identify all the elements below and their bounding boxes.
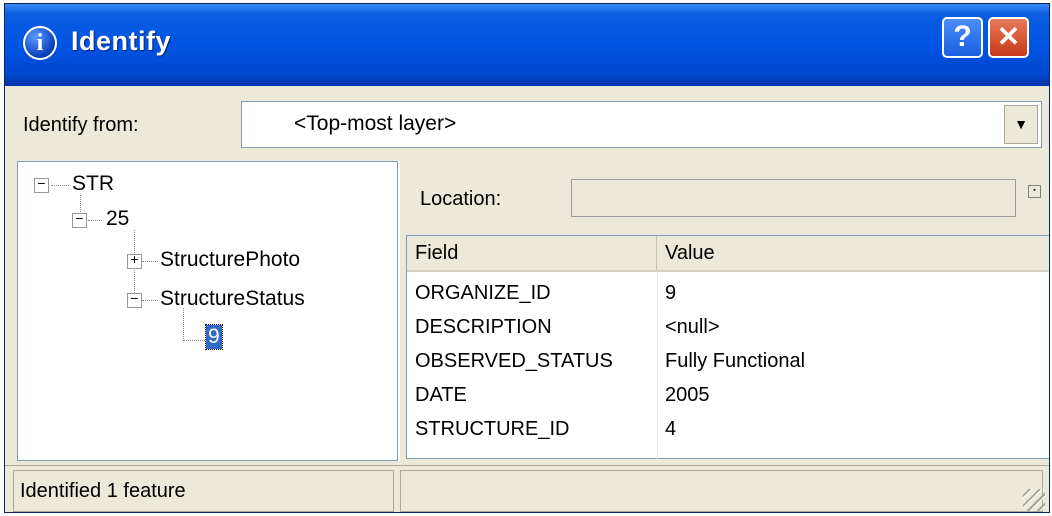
field-cell: DESCRIPTION [415,316,552,338]
value-cell: 2005 [665,384,710,406]
status-text: Identified 1 feature [13,470,394,512]
chevron-down-icon[interactable]: ▼ [1004,105,1038,144]
tree-connector [80,195,81,212]
tree-node-selected-feature[interactable]: 9 [205,324,223,350]
location-expand-icon[interactable]: ▪ [1028,185,1041,198]
tree-node-structure-status[interactable]: StructureStatus [160,287,305,311]
tree-node-str[interactable]: STR [72,172,114,196]
location-field[interactable] [571,179,1016,217]
tree-connector [88,220,102,221]
field-cell: STRUCTURE_ID [415,418,570,440]
identify-from-value: <Top-most layer> [294,112,457,135]
help-button[interactable]: ? [942,17,983,58]
field-cell: OBSERVED_STATUS [415,350,613,372]
value-cell: Fully Functional [665,350,806,372]
tree-connector [142,261,158,262]
column-header-field[interactable]: Field [407,236,657,270]
minus-expander-icon[interactable]: − [72,213,87,228]
resize-grip-icon[interactable] [1023,489,1045,511]
table-row[interactable]: DESCRIPTION <null> [407,310,1049,344]
field-cell: ORGANIZE_ID [415,282,551,304]
table-row[interactable]: DATE 2005 [407,378,1049,412]
value-cell: <null> [665,316,720,338]
tree-connector [183,308,184,341]
close-button[interactable]: ✕ [988,17,1029,58]
status-panel [400,470,1043,512]
window-title: Identify [71,26,172,56]
table-row[interactable]: ORGANIZE_ID 9 [407,276,1049,310]
table-row[interactable]: OBSERVED_STATUS Fully Functional [407,344,1049,378]
value-cell: 9 [665,282,677,304]
attribute-table: Field Value ORGANIZE_ID 9 DESCRIPTION <n… [406,235,1049,460]
column-header-value[interactable]: Value [657,236,1049,270]
minus-expander-icon[interactable]: − [127,293,142,308]
tree-node-structure-photo[interactable]: StructurePhoto [160,248,300,272]
value-cell: 4 [665,418,677,440]
minus-expander-icon[interactable]: − [34,178,49,193]
table-row[interactable]: STRUCTURE_ID 4 [407,412,1049,446]
tree-connector [183,340,205,341]
location-label: Location: [420,188,502,210]
identify-from-label: Identify from: [23,114,139,136]
tree-connector [142,300,158,301]
table-header: Field Value [407,236,1049,272]
plus-expander-icon[interactable]: + [127,254,142,269]
tree-connector [51,185,69,186]
field-cell: DATE [415,384,467,406]
identify-from-dropdown[interactable]: <Top-most layer> ▼ [241,101,1042,148]
status-bar: Identified 1 feature [5,465,1049,512]
tree-node-25[interactable]: 25 [106,207,129,231]
details-panel: Location: ▪ Field Value ORGANIZE_ID 9 DE… [398,161,1049,461]
info-icon: i [23,26,57,60]
feature-tree[interactable]: − STR − 25 + StructurePhoto − StructureS… [17,161,398,461]
identify-window: i Identify ? ✕ Identify from: <Top-most … [4,3,1050,513]
title-bar[interactable]: i Identify ? ✕ [5,4,1049,86]
